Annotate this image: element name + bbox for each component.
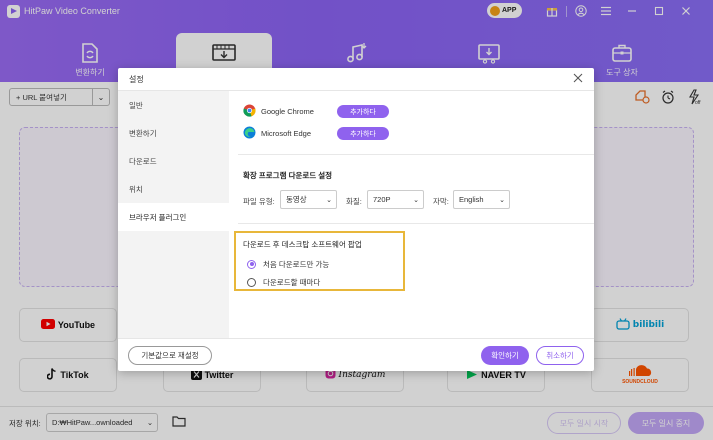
- quality-select[interactable]: 720P ⌄: [367, 190, 424, 209]
- subtitle-value: English: [459, 195, 484, 204]
- popup-setting-title: 다운로드 후 데스크탑 소프트웨어 팝업: [243, 240, 362, 249]
- sidebar-item-browser-plugin[interactable]: 브라우저 플러그인: [118, 203, 229, 231]
- extension-settings-title: 확장 프로그램 다운로드 설정: [243, 171, 333, 180]
- confirm-button[interactable]: 확인하기: [481, 346, 529, 365]
- subtitle-select[interactable]: English ⌄: [453, 190, 510, 209]
- add-edge-button[interactable]: 추가하다: [337, 127, 389, 140]
- cancel-button[interactable]: 취소하기: [536, 346, 584, 365]
- edge-icon: [243, 126, 256, 141]
- browser-name: Microsoft Edge: [261, 129, 312, 138]
- radio-every-download[interactable]: 다운로드할 때마다: [247, 276, 320, 288]
- quality-label: 화질:: [346, 197, 362, 206]
- chevron-down-icon: ⌄: [499, 196, 505, 204]
- sidebar-item-download[interactable]: 다운로드: [118, 147, 229, 175]
- settings-sidebar: 일반 변환하기 다운로드 위치 브라우저 플러그인: [118, 91, 229, 338]
- browser-name: Google Chrome: [261, 107, 314, 116]
- quality-value: 720P: [373, 195, 391, 204]
- settings-dialog: 설정 일반 변환하기 다운로드 위치 브라우저 플러그인 Google Chro…: [118, 68, 594, 371]
- file-type-select[interactable]: 동영상 ⌄: [280, 190, 337, 209]
- chevron-down-icon: ⌄: [326, 196, 332, 204]
- chrome-icon: [243, 104, 256, 119]
- radio-label: 처음 다운로드만 가능: [263, 259, 330, 269]
- add-chrome-button[interactable]: 추가하다: [337, 105, 389, 118]
- sidebar-item-location[interactable]: 위치: [118, 175, 229, 203]
- chevron-down-icon: ⌄: [413, 196, 419, 204]
- sidebar-item-convert[interactable]: 변환하기: [118, 119, 229, 147]
- file-type-label: 파일 유형:: [243, 197, 275, 206]
- close-icon[interactable]: [572, 72, 584, 84]
- browser-row-edge: Microsoft Edge: [243, 126, 333, 141]
- dialog-title: 설정: [129, 75, 144, 84]
- section-divider: [238, 223, 594, 224]
- reset-defaults-button[interactable]: 기본값으로 재설정: [128, 346, 212, 365]
- radio-first-download-only[interactable]: 처음 다운로드만 가능: [247, 258, 329, 270]
- browser-row-chrome: Google Chrome: [243, 104, 333, 119]
- file-type-value: 동영상: [286, 195, 307, 204]
- dialog-footer-divider: [118, 338, 594, 339]
- radio-button[interactable]: [247, 277, 256, 287]
- sidebar-item-general[interactable]: 일반: [118, 91, 229, 119]
- section-divider: [238, 154, 594, 155]
- radio-button-selected[interactable]: [247, 259, 256, 269]
- radio-label: 다운로드할 때마다: [263, 277, 321, 287]
- subtitle-label: 자막:: [433, 197, 449, 206]
